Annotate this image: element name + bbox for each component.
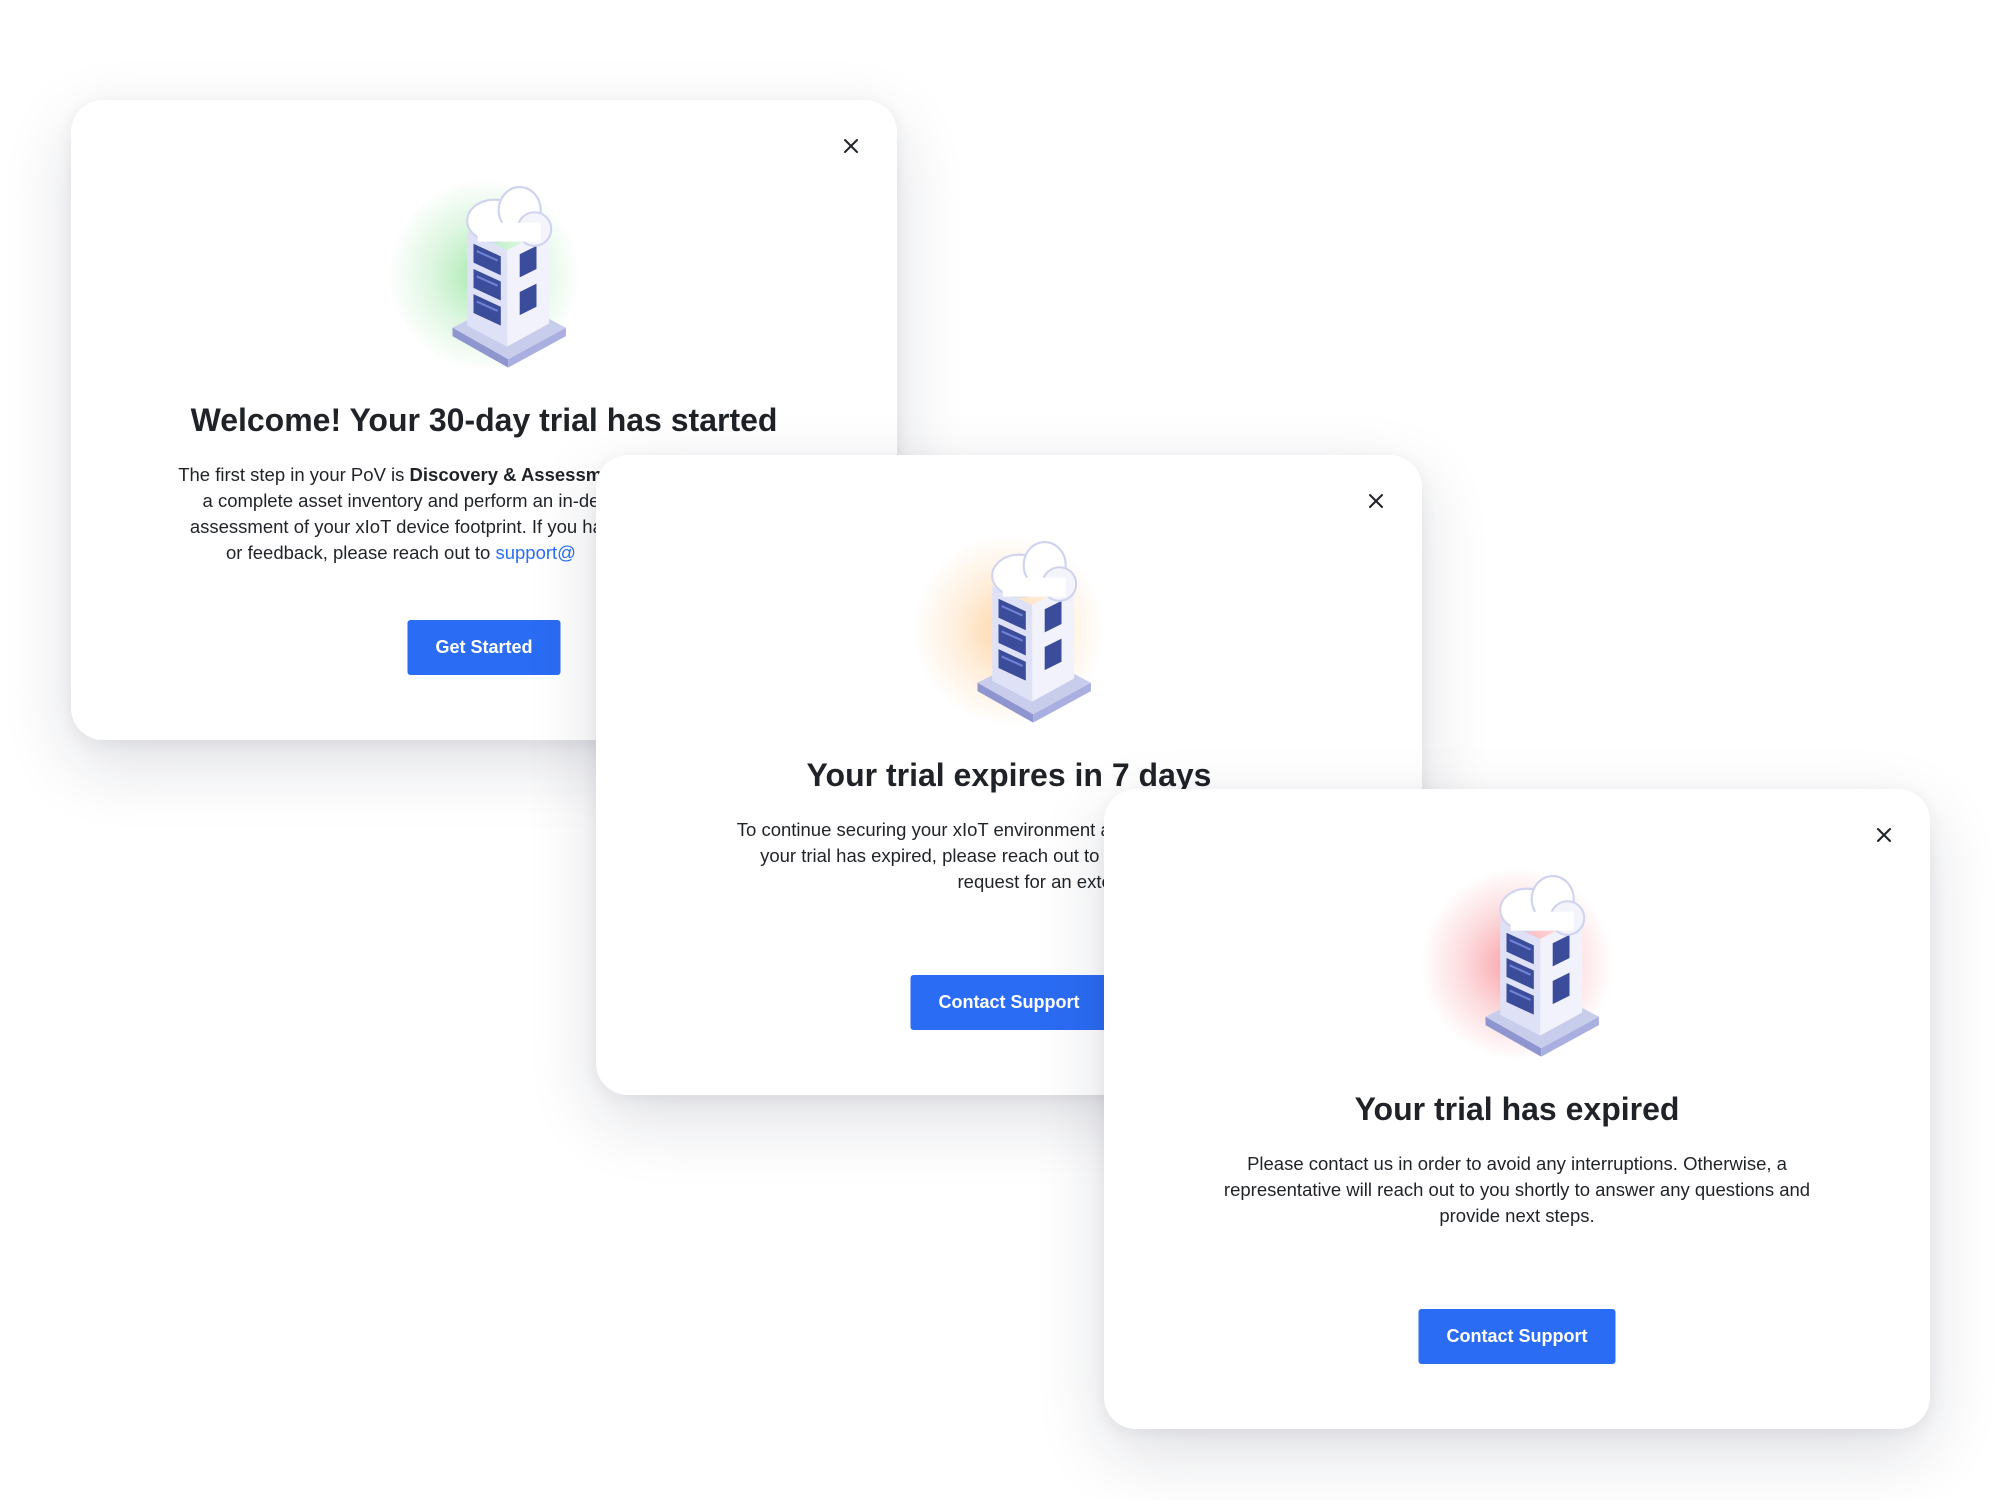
close-icon[interactable] [1360, 485, 1392, 517]
body-text: provide next steps. [1439, 1205, 1595, 1226]
body-text: a complete asset inventory and perform a… [202, 490, 600, 511]
modal-title: Welcome! Your 30-day trial has started [190, 402, 778, 438]
body-text: assessment of your xIoT device footprint… [189, 516, 613, 537]
support-email-link[interactable]: support@ [495, 542, 576, 563]
body-text: or feedback, please reach out to [226, 542, 496, 563]
body-text: To continue securing your xIoT environme… [736, 819, 1156, 840]
close-icon[interactable] [1868, 819, 1900, 851]
modal-body: To continue securing your xIoT environme… [656, 817, 1156, 895]
body-text: your trial has expired, please reach out… [760, 845, 1156, 866]
body-text: The first step in your PoV is [178, 464, 410, 485]
modal-body: Please contact us in order to avoid any … [1164, 1151, 1870, 1229]
contact-support-button[interactable]: Contact Support [1418, 1309, 1616, 1364]
body-text: representative will reach out to you sho… [1223, 1179, 1811, 1200]
body-bold: Discovery & Assessmen [409, 464, 624, 485]
close-icon[interactable] [835, 130, 867, 162]
modal-body: The first step in your PoV is Discovery … [141, 462, 661, 566]
body-text: Please contact us in order to avoid any … [1247, 1153, 1787, 1174]
cloud-server-icon [1417, 854, 1617, 1064]
cloud-server-icon [384, 165, 584, 375]
get-started-button[interactable]: Get Started [407, 620, 561, 675]
modal-title: Your trial has expired [1354, 1091, 1680, 1127]
contact-support-button[interactable]: Contact Support [910, 975, 1108, 1030]
trial-expired-modal: Your trial has expired Please contact us… [1104, 789, 1930, 1429]
cloud-server-icon [909, 520, 1109, 730]
